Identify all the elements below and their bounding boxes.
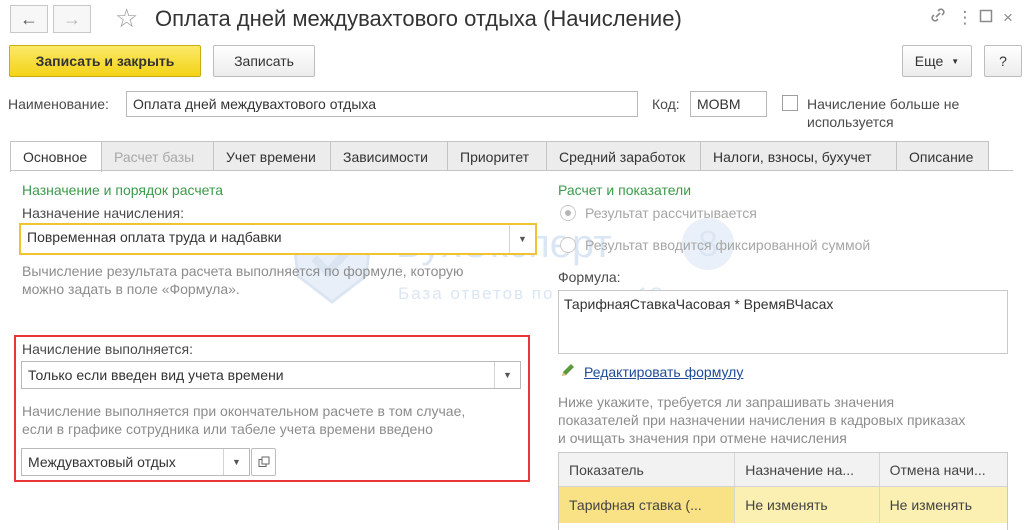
chevron-down-icon[interactable]: ▼ (509, 225, 535, 253)
edit-formula-link[interactable]: Редактировать формулу (584, 363, 743, 381)
save-button[interactable]: Записать (213, 45, 315, 77)
purpose-label: Назначение начисления: (22, 205, 184, 221)
radio-result-calculated-label: Результат рассчитывается (585, 205, 757, 221)
tab-time-accounting[interactable]: Учет времени (213, 141, 331, 171)
note-line-3: и очищать значения при отмене начисления (558, 430, 847, 446)
tab-priority[interactable]: Приоритет (447, 141, 547, 171)
code-input[interactable]: МОВМ (690, 91, 767, 117)
formula-label: Формула: (558, 269, 621, 285)
open-button[interactable] (251, 448, 276, 476)
pencil-icon[interactable] (559, 361, 577, 382)
tab-description[interactable]: Описание (896, 141, 989, 171)
tab-bar: Основное Расчет базы Учет времени Зависи… (10, 141, 989, 172)
time-type-value: Междувахтовый отдых (28, 454, 176, 470)
inactive-label-line-1: Начисление больше не (807, 96, 960, 112)
star-icon[interactable]: ☆ (115, 3, 138, 33)
purpose-select[interactable]: Повременная оплата труда и надбавки ▼ (19, 223, 537, 255)
chevron-down-icon[interactable]: ▼ (223, 449, 249, 475)
tab-average-earnings[interactable]: Средний заработок (546, 141, 701, 171)
name-label: Наименование: (8, 96, 109, 112)
more-vertical-icon[interactable]: ⋮ (955, 6, 975, 30)
more-button-label: Еще (914, 53, 944, 69)
purpose-value: Повременная оплата труда и надбавки (27, 229, 282, 245)
close-icon[interactable]: × (998, 6, 1018, 30)
maximize-icon[interactable] (976, 6, 996, 30)
table-cell-indicator[interactable]: Тарифная ставка (... (559, 487, 736, 523)
tab-dependencies[interactable]: Зависимости (330, 141, 448, 171)
purpose-hint-line-2: можно задать в поле «Формула». (22, 281, 240, 297)
radio-fixed-amount-label: Результат вводится фиксированной суммой (585, 237, 871, 253)
execution-label: Начисление выполняется: (22, 341, 193, 357)
help-button[interactable]: ? (984, 45, 1022, 77)
forward-button[interactable]: → (53, 5, 91, 33)
table-cell-assignment[interactable]: Не изменять (735, 487, 880, 523)
table-row[interactable]: Тарифная ставка (... Не изменять Не изме… (559, 487, 1007, 523)
time-type-select[interactable]: Междувахтовый отдых ▼ (21, 448, 250, 476)
save-and-close-button[interactable]: Записать и закрыть (9, 45, 201, 77)
inactive-checkbox[interactable] (782, 95, 798, 111)
note-line-2: показателей при назначении начисления в … (558, 412, 966, 428)
link-icon[interactable] (928, 6, 948, 31)
tab-divider (10, 170, 1013, 171)
tab-base-calc[interactable]: Расчет базы (101, 141, 214, 171)
formula-field[interactable]: ТарифнаяСтавкаЧасовая * ВремяВЧасах (558, 290, 1008, 354)
page-title: Оплата дней междувахтового отдыха (Начис… (155, 6, 682, 31)
indicators-table: Показатель Назначение на... Отмена начи.… (558, 452, 1008, 530)
execution-select[interactable]: Только если введен вид учета времени ▼ (21, 361, 521, 389)
radio-fixed-amount[interactable] (560, 237, 576, 253)
execution-hint-line-1: Начисление выполняется при окончательном… (22, 403, 466, 419)
back-button[interactable]: ← (10, 5, 48, 33)
column-header-cancellation[interactable]: Отмена начи... (880, 453, 1007, 486)
section-title-calculation: Расчет и показатели (558, 182, 692, 198)
column-header-assignment[interactable]: Назначение на... (735, 453, 880, 486)
inactive-label-line-2: используется (807, 114, 894, 130)
tab-taxes[interactable]: Налоги, взносы, бухучет (700, 141, 897, 171)
name-input[interactable]: Оплата дней междувахтового отдыха (126, 91, 638, 117)
table-cell-cancellation[interactable]: Не изменять (880, 487, 1007, 523)
more-button[interactable]: Еще ▼ (902, 45, 972, 77)
code-label: Код: (652, 96, 680, 112)
section-title-purpose: Назначение и порядок расчета (22, 182, 224, 198)
chevron-down-icon[interactable]: ▼ (494, 362, 520, 388)
arrow-left-icon: ← (20, 8, 38, 29)
arrow-right-icon: → (63, 8, 81, 29)
table-header: Показатель Назначение на... Отмена начи.… (559, 453, 1007, 487)
tab-main[interactable]: Основное (10, 141, 102, 172)
column-header-indicator[interactable]: Показатель (559, 453, 736, 486)
execution-hint-line-2: если в графике сотрудника или табеле уче… (22, 421, 433, 437)
execution-value: Только если введен вид учета времени (28, 367, 284, 383)
open-copy-icon (258, 456, 269, 467)
note-line-1: Ниже укажите, требуется ли запрашивать з… (558, 394, 895, 410)
purpose-hint-line-1: Вычисление результата расчета выполняетс… (22, 263, 464, 279)
radio-result-calculated[interactable] (560, 205, 576, 221)
caret-down-icon: ▼ (951, 56, 960, 66)
